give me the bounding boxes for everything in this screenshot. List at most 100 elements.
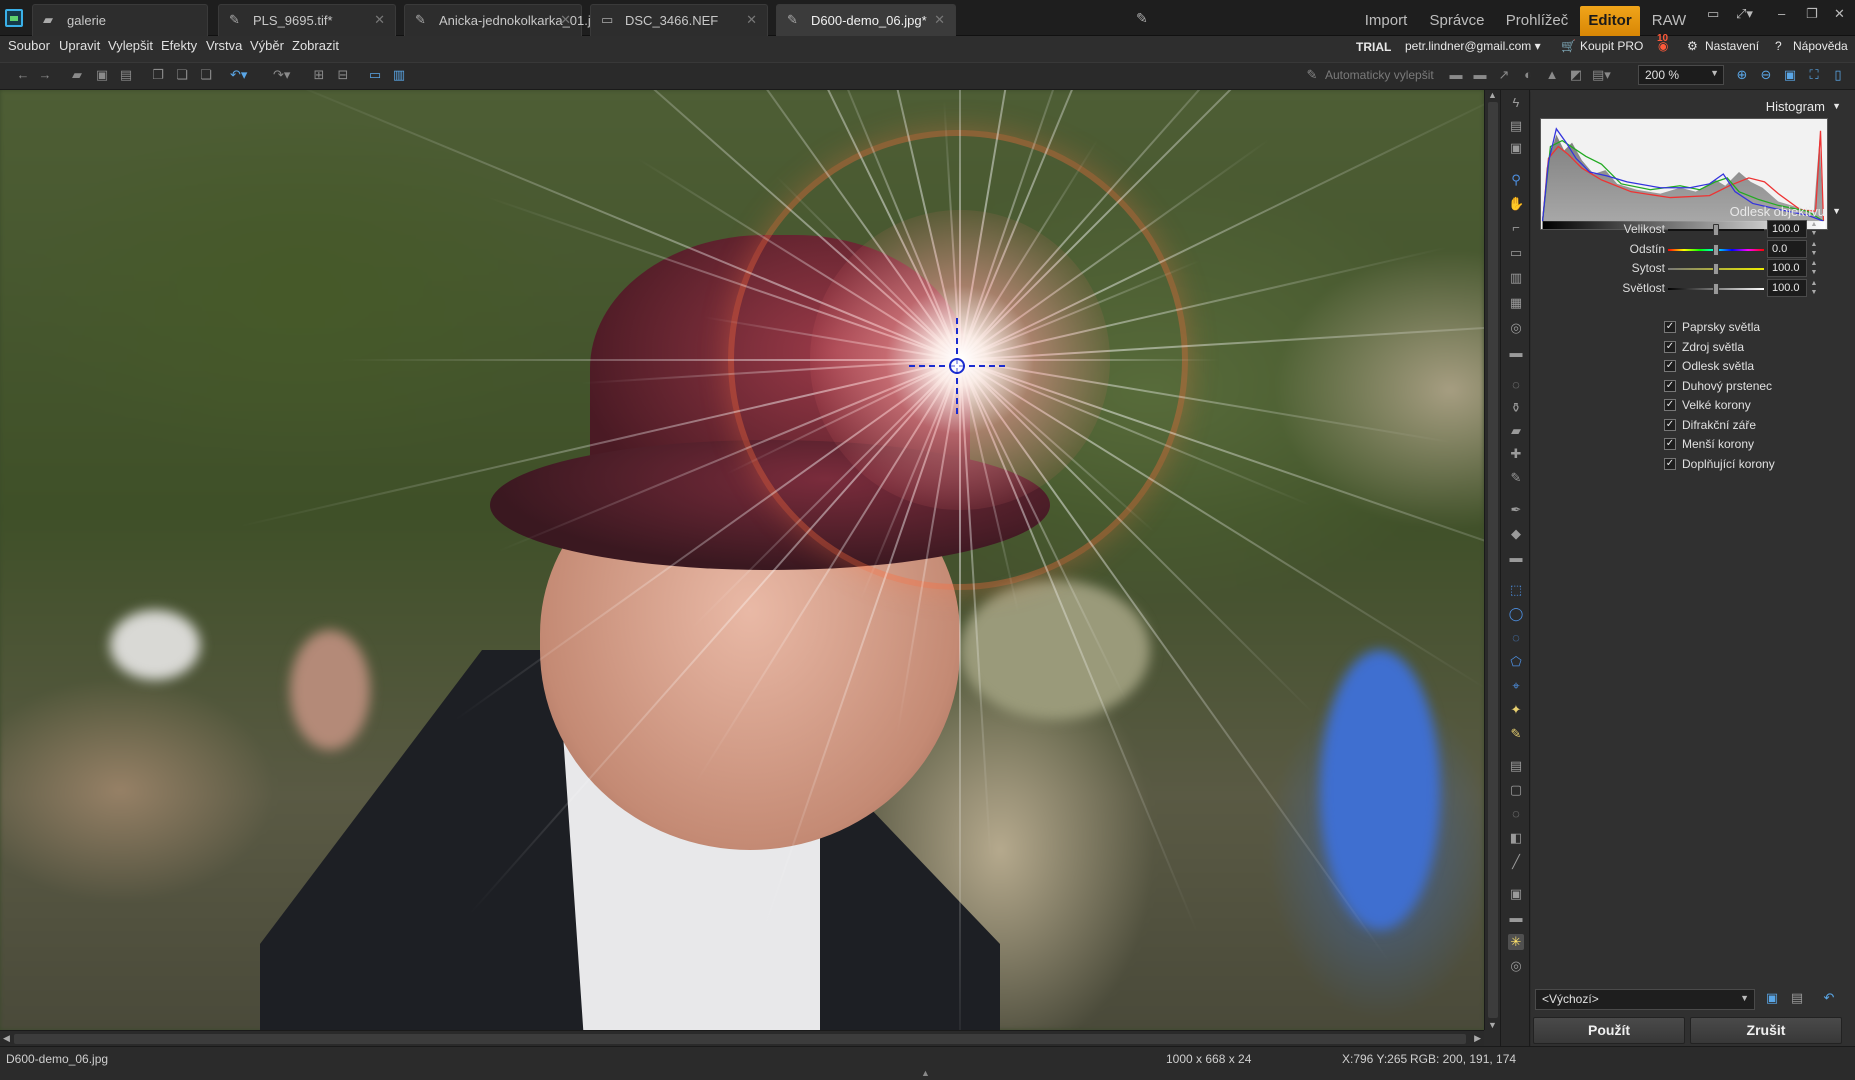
zoom-select[interactable]: 200 % ▼ (1638, 65, 1724, 85)
straighten-icon[interactable]: ▦ (1508, 295, 1524, 311)
pen-icon[interactable]: ✒ (1508, 502, 1524, 518)
lasso-layer-icon[interactable]: ◌ (1508, 806, 1524, 822)
minimize-icon[interactable]: – (1778, 6, 1785, 21)
rss-icon[interactable]: ◉ (1658, 39, 1668, 53)
expand-panel-icon[interactable]: ▲ (921, 1068, 930, 1078)
slider-track[interactable] (1668, 243, 1764, 256)
tab-dsc-3466[interactable]: ▭ DSC_3466.NEF ✕ (590, 4, 768, 36)
scroll-right-icon[interactable]: ▶ (1474, 1033, 1481, 1044)
text-icon[interactable]: ▣ (1508, 886, 1524, 902)
spinner-arrows-icon[interactable]: ▲ ▼ (1809, 259, 1819, 277)
lens-flare-tool-icon[interactable]: ✳ (1508, 934, 1524, 950)
menu-upravit[interactable]: Upravit (59, 38, 100, 53)
color-icon[interactable]: ◐ (1520, 67, 1536, 83)
spinner-arrows-icon[interactable]: ▲ ▼ (1809, 240, 1819, 258)
slider-track[interactable] (1668, 263, 1764, 275)
vertical-scrollbar[interactable]: ▲ ▼ (1484, 90, 1500, 1030)
mode-editor[interactable]: Editor (1580, 6, 1640, 36)
copy-icon[interactable]: ❐ (150, 67, 166, 83)
checkbox[interactable]: ✓ (1664, 438, 1676, 450)
stamp-icon[interactable]: ⚱ (1508, 400, 1524, 416)
slider-value-input[interactable]: 100.0 (1767, 220, 1807, 238)
watermark-icon[interactable]: ▬ (1508, 910, 1524, 926)
menu-zobrazit[interactable]: Zobrazit (292, 38, 339, 53)
exposure-icon[interactable]: ◩ (1568, 67, 1584, 83)
mode-raw[interactable]: RAW (1646, 6, 1692, 36)
preset-select[interactable]: <Výchozí> ▼ (1535, 989, 1755, 1010)
zoom-tool-icon[interactable]: ⚲ (1508, 172, 1524, 188)
scroll-thumb[interactable] (14, 1034, 1466, 1044)
scroll-thumb[interactable] (1488, 102, 1498, 1018)
flash-icon[interactable]: ϟ (1508, 95, 1524, 111)
slider-knob[interactable] (1713, 243, 1719, 256)
print-tool-icon[interactable]: ▤ (1508, 118, 1524, 134)
layers-icon[interactable]: ▤ (1508, 758, 1524, 774)
auto-enhance-button[interactable]: Automaticky vylepšit (1325, 68, 1434, 82)
help-button[interactable]: Nápověda (1793, 39, 1848, 53)
histogram-header[interactable]: Histogram ▼ (1535, 95, 1851, 119)
mode-spravce[interactable]: Správce (1424, 6, 1490, 36)
crosshair-center[interactable] (949, 358, 965, 374)
reset-icon[interactable]: ↶ (1820, 990, 1838, 1008)
actual-size-icon[interactable]: ▣ (1782, 67, 1798, 83)
perspective-icon[interactable]: ▥ (1508, 270, 1524, 286)
frame-icon[interactable]: ▢ (1508, 782, 1524, 798)
fit-height-icon[interactable]: ▯ (1830, 67, 1846, 83)
checkbox[interactable]: ✓ (1664, 321, 1676, 333)
scroll-up-icon[interactable]: ▲ (1488, 90, 1497, 100)
slider-knob[interactable] (1713, 224, 1719, 236)
checkbox[interactable]: ✓ (1664, 418, 1676, 431)
checkbox[interactable]: ✓ (1664, 399, 1676, 411)
resize-icon[interactable]: ▭ (1508, 245, 1524, 261)
selection-brush-icon[interactable]: ✎ (1508, 726, 1524, 742)
save-preset-icon[interactable]: ▣ (1763, 990, 1781, 1008)
apply-button[interactable]: Použít (1533, 1017, 1685, 1044)
fit-icon[interactable]: ⊞ (311, 67, 327, 83)
smudge-icon[interactable]: ▬ (1508, 550, 1524, 566)
split-view-icon[interactable]: ▥ (391, 67, 407, 83)
horizontal-scrollbar[interactable]: ◀ ▶ (0, 1030, 1484, 1046)
zoom-in-icon[interactable]: ⊕ (1734, 67, 1750, 83)
eraser-icon[interactable]: ▰ (1508, 423, 1524, 439)
close-tab-icon[interactable]: ✕ (374, 12, 385, 28)
manage-presets-icon[interactable]: ▤ (1788, 990, 1806, 1008)
magnetic-select-icon[interactable]: ⌖ (1508, 678, 1524, 694)
monitor-icon[interactable]: ▭ (1707, 6, 1719, 22)
checkbox[interactable]: ✓ (1664, 360, 1676, 372)
menu-efekty[interactable]: Efekty (161, 38, 197, 53)
flare-position-handle[interactable] (909, 318, 1005, 414)
lasso-icon[interactable]: ◌ (1508, 377, 1524, 393)
tab-anicka[interactable]: ✎ Anicka-jednokolkarka_01.jpg ✕ (404, 4, 605, 36)
redo-icon[interactable]: ↷▾ (273, 67, 290, 83)
fill-icon[interactable]: ◆ (1508, 526, 1524, 542)
menu-vyber[interactable]: Výběr (250, 38, 284, 53)
checkbox[interactable]: ✓ (1664, 379, 1676, 392)
checkbox[interactable]: ✓ (1664, 340, 1676, 353)
buy-pro-button[interactable]: Koupit PRO (1580, 39, 1643, 53)
image-canvas[interactable] (0, 90, 1484, 1030)
settings-button[interactable]: Nastavení (1705, 39, 1759, 53)
brush-icon[interactable]: ✎ (1508, 470, 1524, 486)
poly-select-icon[interactable]: ⬠ (1508, 654, 1524, 670)
slider-value-input[interactable]: 0.0 (1767, 239, 1807, 258)
zoom-out-icon[interactable]: ⊖ (1758, 67, 1774, 83)
mode-prohlizec[interactable]: Prohlížeč (1500, 6, 1574, 36)
curves-icon[interactable]: ↗ (1496, 67, 1512, 83)
close-window-icon[interactable]: ✕ (1834, 6, 1845, 22)
mode-import[interactable]: Import (1356, 6, 1416, 36)
slider-knob[interactable] (1713, 282, 1719, 295)
open-icon[interactable]: ▰ (69, 67, 85, 83)
scroll-left-icon[interactable]: ◀ (3, 1033, 10, 1044)
single-view-icon[interactable]: ▭ (367, 67, 383, 83)
menu-vrstva[interactable]: Vrstva (206, 38, 242, 53)
tab-d600-demo[interactable]: ✎ D600-demo_06.jpg* ✕ (776, 4, 956, 36)
undo-icon[interactable]: ↶▾ (230, 67, 247, 83)
new-tab-icon[interactable]: ✎ (1136, 10, 1148, 27)
menu-soubor[interactable]: Soubor (8, 38, 50, 53)
batch-icon[interactable]: ▤▾ (1592, 67, 1611, 83)
compare-icon[interactable]: ⊟ (335, 67, 351, 83)
save-icon[interactable]: ▣ (94, 67, 110, 83)
gradient-icon[interactable]: ▬ (1508, 345, 1524, 361)
slider-value-input[interactable]: 100.0 (1767, 259, 1807, 277)
vignette-icon[interactable]: ◎ (1508, 958, 1524, 974)
